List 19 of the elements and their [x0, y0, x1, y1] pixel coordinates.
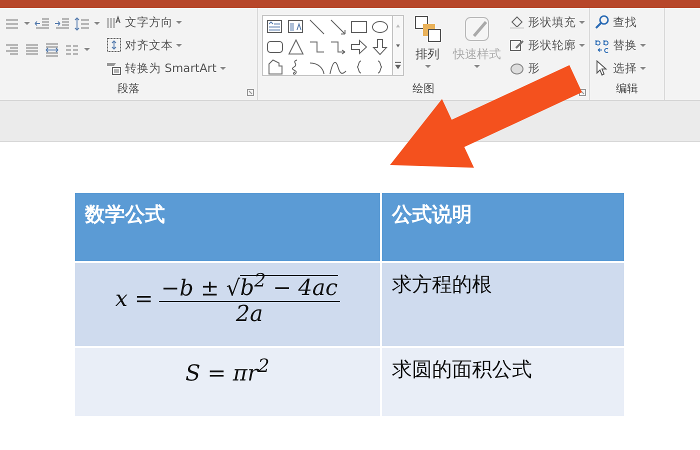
- ribbon-button[interactable]: 排列: [410, 12, 445, 80]
- formula: S = πr$^{2}$: [184, 356, 271, 386]
- column-header: 数学公式: [74, 192, 381, 262]
- ribbon-command[interactable]: 文字方向: [106, 12, 182, 32]
- ribbon-command[interactable]: 对齐文本: [106, 35, 182, 55]
- ribbon-command[interactable]: 查找: [594, 12, 637, 32]
- ribbon-command[interactable]: 替换: [594, 35, 646, 55]
- formula-lhs: x =: [115, 286, 154, 312]
- group-label: 绘图: [412, 81, 436, 97]
- ribbon-command[interactable]: 选择: [594, 58, 646, 78]
- ribbon-command[interactable]: 形状填充: [509, 12, 585, 32]
- table-cell: 求方程的根: [381, 262, 625, 347]
- group-label: 编辑: [615, 81, 639, 97]
- group-label: 段落: [116, 81, 140, 97]
- ribbon-command[interactable]: 转换为 SmartArt: [106, 58, 226, 78]
- ribbon-command[interactable]: 形: [509, 58, 540, 78]
- column-header: 公式说明: [381, 192, 625, 262]
- table-cell: 求圆的面积公式: [381, 347, 625, 417]
- ribbon-command[interactable]: 形状轮廓: [509, 35, 585, 55]
